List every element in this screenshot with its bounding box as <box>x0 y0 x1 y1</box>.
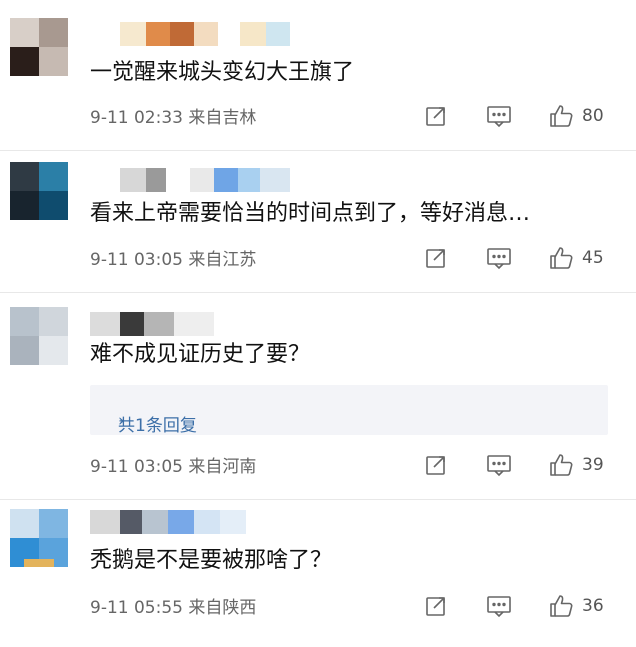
share-button[interactable] <box>424 591 448 621</box>
like-count: 36 <box>582 596 604 616</box>
comment-time-location: 9-11 02:33 来自吉林 <box>90 103 256 128</box>
comment-feed: 一觉醒来城头变幻大王旗了 9-11 02:33 来自吉林 80 看来上帝需要恰当… <box>0 0 636 647</box>
comment-time-location: 9-11 03:05 来自河南 <box>90 452 256 477</box>
comment-text: 秃鹅是不是要被那啥了？ <box>90 548 333 573</box>
comment-bubble-icon <box>487 248 511 270</box>
comment-meta: 9-11 05:55 来自陕西 36 <box>0 591 636 621</box>
like-count: 80 <box>582 106 604 126</box>
comment-location: 来自陕西 <box>188 598 257 618</box>
comment-time: 9-11 05:55 <box>90 598 183 618</box>
comment-text: 难不成见证历史了要？ <box>90 342 311 367</box>
avatar[interactable] <box>10 307 68 365</box>
reply-thread-link[interactable]: 共1条回复 › <box>90 385 608 436</box>
divider <box>0 292 636 293</box>
comment-button[interactable] <box>486 591 512 621</box>
avatar[interactable] <box>10 509 68 567</box>
username-redacted[interactable] <box>90 168 310 192</box>
share-edit-icon <box>426 597 445 616</box>
share-edit-icon <box>426 107 445 126</box>
thumbs-up-icon <box>550 595 573 617</box>
like-button[interactable]: 45 <box>548 243 604 273</box>
avatar[interactable] <box>10 162 68 220</box>
thumbs-up-icon <box>550 247 573 269</box>
comment-meta: 9-11 03:05 来自江苏 45 <box>0 243 636 273</box>
comment-location: 来自吉林 <box>188 108 257 128</box>
comment-button[interactable] <box>486 101 512 131</box>
comment-location: 来自河南 <box>188 457 257 477</box>
like-count: 45 <box>582 248 604 268</box>
username-redacted[interactable] <box>90 22 310 46</box>
divider <box>0 150 636 151</box>
share-edit-icon <box>426 456 445 475</box>
comment-meta: 9-11 03:05 来自河南 39 <box>0 450 636 480</box>
like-button[interactable]: 80 <box>548 101 604 131</box>
comment-time: 9-11 02:33 <box>90 108 183 128</box>
comment-location: 来自江苏 <box>188 250 257 270</box>
divider <box>0 499 636 500</box>
username-redacted[interactable] <box>90 312 290 336</box>
thumbs-up-icon <box>550 105 573 127</box>
comment-time-location: 9-11 05:55 来自陕西 <box>90 593 256 618</box>
like-count: 39 <box>582 455 604 475</box>
thumbs-up-icon <box>550 454 573 476</box>
comment-time: 9-11 03:05 <box>90 457 183 477</box>
comment-text: 一觉醒来城头变幻大王旗了 <box>90 60 355 85</box>
avatar[interactable] <box>10 18 68 76</box>
share-button[interactable] <box>424 450 448 480</box>
like-button[interactable]: 39 <box>548 450 604 480</box>
comment-bubble-icon <box>487 596 511 618</box>
share-button[interactable] <box>424 101 448 131</box>
comment-button[interactable] <box>486 450 512 480</box>
comment-bubble-icon <box>487 106 511 128</box>
username-redacted[interactable] <box>90 510 310 534</box>
comment-text: 看来上帝需要恰当的时间点到了，等好消息… <box>90 201 531 226</box>
share-edit-icon <box>426 249 445 268</box>
comment-time: 9-11 03:05 <box>90 250 183 270</box>
comment-time-location: 9-11 03:05 来自江苏 <box>90 245 256 270</box>
chevron-right-icon: › <box>118 411 125 431</box>
share-button[interactable] <box>424 243 448 273</box>
comment-bubble-icon <box>487 455 511 477</box>
comment-meta: 9-11 02:33 来自吉林 80 <box>0 101 636 131</box>
comment-button[interactable] <box>486 243 512 273</box>
like-button[interactable]: 36 <box>548 591 604 621</box>
